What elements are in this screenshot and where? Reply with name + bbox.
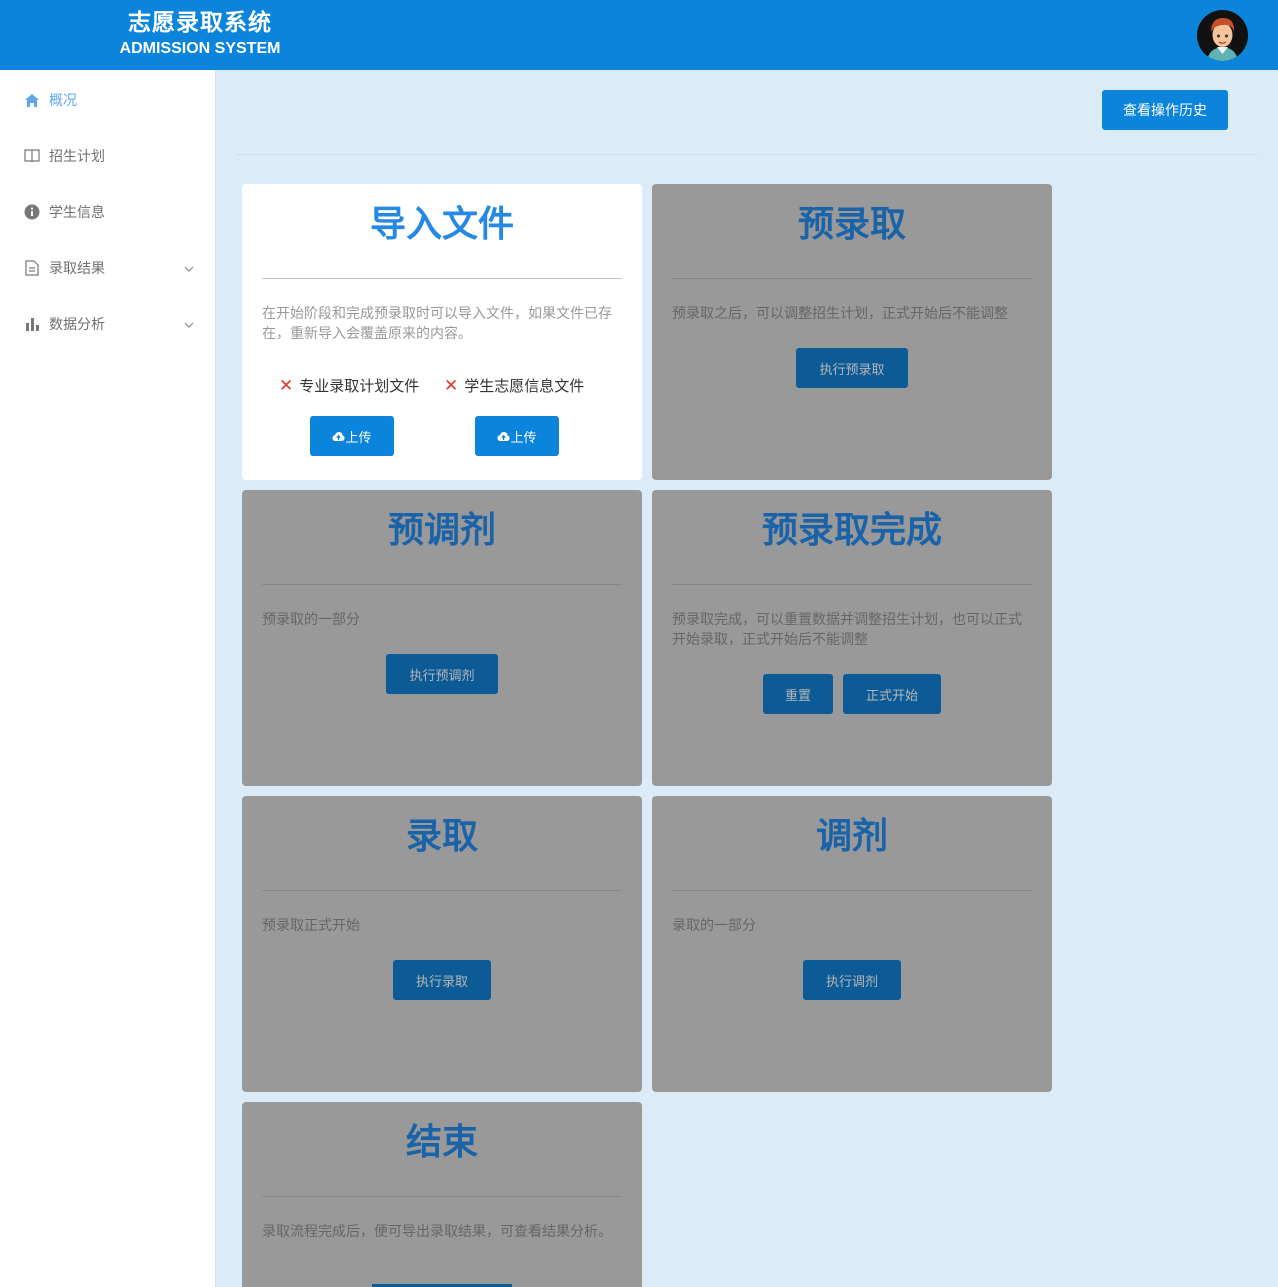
card-description: 预录取完成，可以重置数据并调整招生计划，也可以正式开始录取，正式开始后不能调整: [672, 612, 1022, 648]
cloud-upload-icon: [497, 431, 510, 441]
upload-plan-button[interactable]: 上传: [310, 416, 394, 456]
cloud-upload-icon: [332, 431, 345, 441]
divider: [672, 278, 1032, 279]
sidebar-item-label: 数据分析: [49, 317, 105, 333]
upload-student-button[interactable]: 上传: [475, 416, 559, 456]
card-description: 录取流程完成后，便可导出录取结果，可查看结果分析。: [262, 1224, 612, 1240]
reset-button[interactable]: 重置: [763, 674, 833, 714]
bar-chart-icon: [23, 315, 41, 333]
sidebar-item-label: 概况: [49, 93, 77, 109]
divider: [672, 584, 1032, 585]
brand-title-cn: 志愿录取系统: [128, 10, 272, 36]
sidebar-item-label: 录取结果: [49, 261, 105, 277]
card-description: 预录取的一部分: [262, 612, 360, 628]
card-description: 录取的一部分: [672, 918, 756, 934]
import-files-card: 导入文件 在开始阶段和完成预录取时可以导入文件，如果文件已存在，重新导入会覆盖原…: [242, 184, 642, 480]
view-history-button[interactable]: 查看操作历史: [1102, 90, 1228, 130]
divider: [672, 890, 1032, 891]
divider: [262, 278, 622, 279]
brand-logo: 志愿录取系统 ADMISSION SYSTEM: [100, 8, 300, 60]
divider: [262, 584, 622, 585]
sidebar-item-label: 学生信息: [49, 205, 105, 221]
sidebar-item-student-info[interactable]: 学生信息: [0, 184, 215, 240]
brand-title-en: ADMISSION SYSTEM: [119, 40, 281, 57]
sidebar-item-admission-results[interactable]: 录取结果: [0, 240, 215, 296]
card-title: 结束: [405, 1122, 478, 1163]
avatar-icon: [1197, 10, 1248, 61]
sidebar-item-label: 招生计划: [49, 149, 105, 165]
close-icon: ✕: [279, 375, 294, 396]
sidebar-item-overview[interactable]: 概况: [0, 72, 215, 128]
file-label: 专业录取计划文件: [299, 377, 420, 395]
document-icon: [23, 259, 41, 277]
run-admission-button[interactable]: 执行录取: [393, 960, 491, 1000]
sidebar-item-data-analysis[interactable]: 数据分析: [0, 296, 215, 352]
admission-card: 录取 预录取正式开始 执行录取: [242, 796, 642, 1092]
chevron-down-icon: [184, 260, 194, 276]
card-title: 录取: [405, 816, 478, 857]
card-title: 预录取完成: [761, 510, 942, 551]
top-header: 志愿录取系统 ADMISSION SYSTEM: [0, 0, 1278, 70]
run-adjustment-button[interactable]: 执行调剂: [803, 960, 901, 1000]
card-title: 导入文件: [369, 204, 514, 245]
home-icon: [23, 91, 41, 109]
run-pre-admission-button[interactable]: 执行预录取: [796, 348, 908, 388]
student-choice-file-status: ✕ 学生志愿信息文件: [444, 375, 584, 396]
user-avatar[interactable]: [1197, 10, 1248, 61]
pre-adjustment-card: 预调剂 预录取的一部分 执行预调剂: [242, 490, 642, 786]
card-description: 预录取之后，可以调整招生计划，正式开始后不能调整: [672, 306, 1008, 322]
sidebar-item-enrollment-plan[interactable]: 招生计划: [0, 128, 215, 184]
upload-label: 上传: [510, 430, 537, 446]
file-label: 学生志愿信息文件: [464, 377, 585, 395]
pre-admission-complete-card: 预录取完成 预录取完成，可以重置数据并调整招生计划，也可以正式开始录取，正式开始…: [652, 490, 1052, 786]
pre-admission-card: 预录取 预录取之后，可以调整招生计划，正式开始后不能调整 执行预录取: [652, 184, 1052, 480]
enrollment-plan-file-status: ✕ 专业录取计划文件: [279, 375, 419, 396]
sidebar-nav: 概况 招生计划 学生信息 录取结果 数据分析: [0, 70, 216, 1287]
chevron-down-icon: [184, 316, 194, 332]
card-title: 调剂: [815, 816, 888, 857]
run-pre-adjustment-button[interactable]: 执行预调剂: [386, 654, 498, 694]
finish-card: 结束 录取流程完成后，便可导出录取结果，可查看结果分析。: [242, 1102, 642, 1287]
close-icon: ✕: [444, 375, 459, 396]
card-description: 在开始阶段和完成预录取时可以导入文件，如果文件已存在，重新导入会覆盖原来的内容。: [262, 306, 612, 342]
divider: [262, 890, 622, 891]
info-icon: [23, 203, 41, 221]
adjustment-card: 调剂 录取的一部分 执行调剂: [652, 796, 1052, 1092]
card-title: 预调剂: [387, 510, 496, 551]
card-description: 预录取正式开始: [262, 918, 360, 934]
upload-label: 上传: [345, 430, 372, 446]
card-title: 预录取: [797, 204, 906, 245]
toolbar-divider: [237, 154, 1258, 155]
book-icon: [23, 147, 41, 165]
formal-start-button[interactable]: 正式开始: [843, 674, 941, 714]
divider: [262, 1196, 622, 1197]
